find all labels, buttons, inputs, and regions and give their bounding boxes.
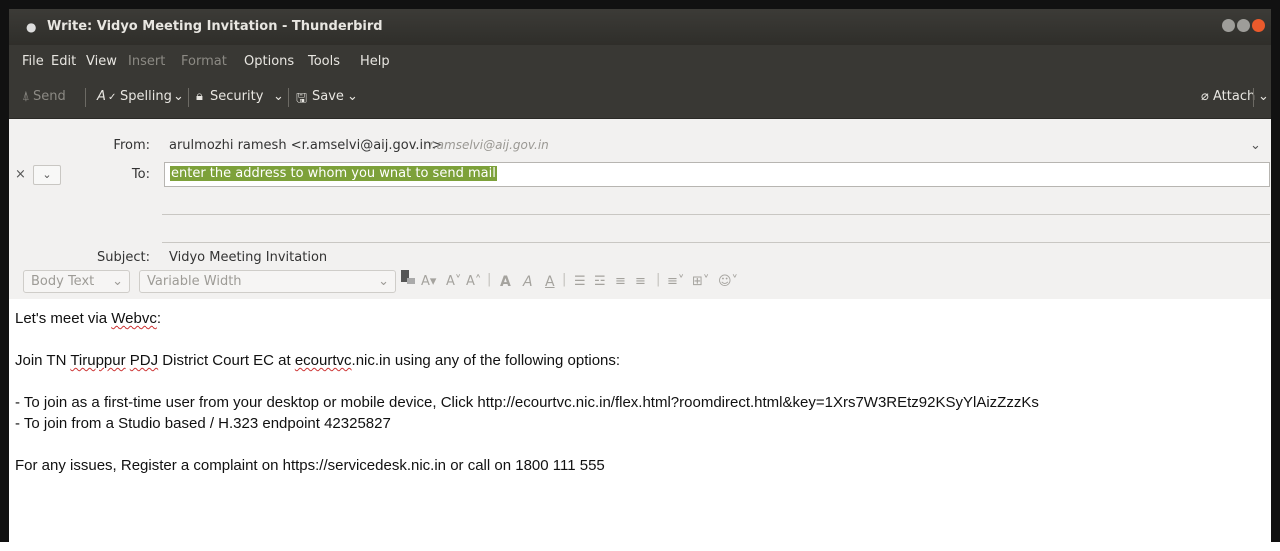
subject-field[interactable]: Vidyo Meeting Invitation xyxy=(169,250,327,265)
to-field[interactable]: enter the address to whom you wnat to se… xyxy=(164,162,1270,187)
toolbar-separator: | xyxy=(656,272,661,287)
toolbar-separator xyxy=(188,88,189,107)
to-value: enter the address to whom you wnat to se… xyxy=(170,166,497,181)
insert-object-icon[interactable]: ⊞˅ xyxy=(692,274,709,289)
lock-icon: 🔒︎ xyxy=(196,89,203,104)
subject-label: Subject: xyxy=(97,250,150,265)
toolbar-separator: | xyxy=(487,272,492,287)
chevron-down-icon: ⌄ xyxy=(378,274,389,289)
save-button[interactable]: Save xyxy=(312,89,344,104)
spelling-button[interactable]: Spelling xyxy=(120,89,172,104)
toolbar-separator xyxy=(288,88,289,107)
join-text: .nic.in using any of the following optio… xyxy=(351,352,621,369)
misspelled-word: PDJ xyxy=(129,352,159,369)
extra-recipient-row[interactable] xyxy=(162,242,1270,243)
body-line-greeting: Let's meet via Webvc: xyxy=(15,310,161,327)
paragraph-format-value: Body Text xyxy=(31,274,95,289)
menu-view[interactable]: View xyxy=(86,54,117,69)
menu-bar: File Edit View Insert Format Options Too… xyxy=(9,45,1271,77)
larger-text-icon[interactable]: A˄ xyxy=(466,274,481,289)
misspelled-word: Tiruppur xyxy=(70,352,126,369)
smaller-text-icon[interactable]: A˅ xyxy=(446,274,461,289)
minimize-icon[interactable] xyxy=(1222,19,1235,32)
background-color-icon[interactable] xyxy=(407,278,415,284)
close-icon[interactable] xyxy=(1252,19,1265,32)
indent-icon[interactable]: ≡ xyxy=(635,274,646,289)
security-button[interactable]: Security xyxy=(210,89,263,104)
chevron-down-icon: ⌄ xyxy=(112,274,123,289)
save-icon: 🖫︎ xyxy=(296,91,308,106)
spelling-dropdown-icon[interactable]: ⌄ xyxy=(173,89,184,104)
attach-button[interactable]: Attach xyxy=(1213,89,1255,104)
menu-tools[interactable]: Tools xyxy=(308,54,340,69)
body-line-option-2: - To join from a Studio based / H.323 en… xyxy=(15,415,391,432)
italic-icon[interactable]: A xyxy=(523,274,533,290)
body-line-join: Join TN Tiruppur PDJ District Court EC a… xyxy=(15,352,620,369)
underline-icon[interactable]: A xyxy=(545,274,555,290)
menu-insert[interactable]: Insert xyxy=(128,54,165,69)
from-dropdown-icon[interactable]: ⌄ xyxy=(1250,138,1261,153)
misspelled-word: ecourtvc xyxy=(294,352,352,369)
smiley-icon[interactable]: ☺˅ xyxy=(718,274,738,289)
greeting-text: Let's meet via xyxy=(15,310,112,327)
font-select[interactable]: Variable Width ⌄ xyxy=(139,270,396,293)
paragraph-format-select[interactable]: Body Text ⌄ xyxy=(23,270,130,293)
attach-dropdown-icon[interactable]: ⌄ xyxy=(1258,89,1269,104)
outdent-icon[interactable]: ≡ xyxy=(615,274,626,289)
alignment-icon[interactable]: ≡˅ xyxy=(667,274,684,289)
maximize-icon[interactable] xyxy=(1237,19,1250,32)
title-bar: ● Write: Vidyo Meeting Invitation - Thun… xyxy=(9,9,1271,45)
security-dropdown-icon[interactable]: ⌄ xyxy=(273,89,284,104)
from-value[interactable]: arulmozhi ramesh <r.amselvi@aij.gov.in> xyxy=(169,138,442,153)
greeting-punct: : xyxy=(156,310,161,327)
numbered-list-icon[interactable]: ☲ xyxy=(594,274,606,289)
window-title: Write: Vidyo Meeting Invitation - Thunde… xyxy=(47,19,383,34)
spelling-check-icon: ✓ xyxy=(108,92,117,103)
toolbar-separator: | xyxy=(562,272,567,287)
from-label: From: xyxy=(113,138,150,153)
menu-options[interactable]: Options xyxy=(244,54,294,69)
send-button[interactable]: Send xyxy=(33,89,66,104)
save-dropdown-icon[interactable]: ⌄ xyxy=(347,89,358,104)
to-label: To: xyxy=(131,167,150,182)
message-body-editor[interactable]: Let's meet via Webvc: Join TN Tiruppur P… xyxy=(9,300,1271,551)
join-text: District Court EC at xyxy=(158,352,295,369)
compose-toolbar: ⍋ Send A ✓ Spelling ⌄ 🔒︎ Security ⌄ 🖫︎ S… xyxy=(9,77,1271,119)
remove-recipient-icon[interactable]: × xyxy=(15,167,26,182)
format-toolbar: Body Text ⌄ Variable Width ⌄ A▾ A˅ A˄ | A … xyxy=(9,265,1271,299)
paperclip-icon: ⌀ xyxy=(1201,89,1209,104)
menu-help[interactable]: Help xyxy=(360,54,390,69)
menu-edit[interactable]: Edit xyxy=(51,54,76,69)
extra-recipient-row[interactable] xyxy=(162,214,1270,215)
menu-file[interactable]: File xyxy=(22,54,44,69)
send-icon: ⍋ xyxy=(22,89,30,104)
menu-format[interactable]: Format xyxy=(181,54,227,69)
font-value: Variable Width xyxy=(147,274,242,289)
compose-window: ● Write: Vidyo Meeting Invitation - Thun… xyxy=(0,0,1280,551)
bold-icon[interactable]: A xyxy=(500,274,511,290)
body-line-support: For any issues, Register a complaint on … xyxy=(15,457,605,474)
from-identity: r.amselvi@aij.gov.in xyxy=(429,138,549,152)
body-line-option-1: - To join as a first-time user from your… xyxy=(15,394,1039,411)
join-text: Join TN xyxy=(15,352,71,369)
toolbar-separator xyxy=(1253,88,1254,107)
app-menu-dot-icon[interactable]: ● xyxy=(26,20,36,34)
bullet-list-icon[interactable]: ☰ xyxy=(574,274,586,289)
toolbar-separator xyxy=(85,88,86,107)
misspelled-word: Webvc xyxy=(111,310,157,327)
spelling-icon: A xyxy=(97,89,106,104)
text-size-icon[interactable]: A▾ xyxy=(421,274,436,289)
